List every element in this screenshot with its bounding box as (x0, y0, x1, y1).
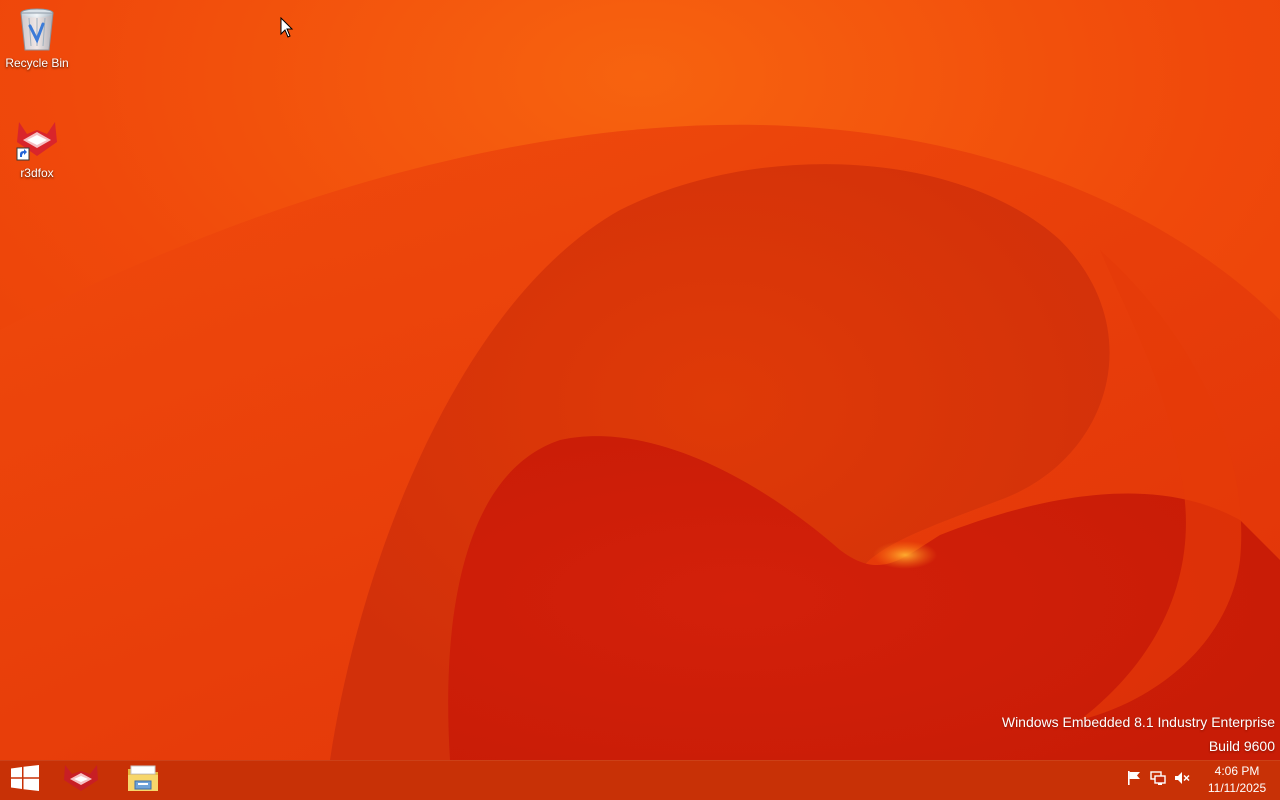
tray-action-center-button[interactable] (1122, 760, 1146, 800)
desktop-icon-r3dfox[interactable]: r3dfox (1, 116, 73, 180)
r3dfox-label: r3dfox (20, 166, 54, 180)
taskbar: 4:06 PM 11/11/2025 (0, 760, 1280, 800)
tray-volume-button[interactable] (1170, 760, 1194, 800)
network-icon (1150, 770, 1166, 791)
clock-date: 11/11/2025 (1207, 781, 1267, 795)
os-edition-text: Windows Embedded 8.1 Industry Enterprise (1001, 714, 1275, 730)
os-version-watermark: Windows Embedded 8.1 Industry Enterprise… (1002, 710, 1275, 758)
desktop-icon-recycle-bin[interactable]: Recycle Bin (1, 6, 73, 70)
action-center-flag-icon (1126, 770, 1142, 791)
r3dfox-icon (63, 763, 99, 798)
file-explorer-icon (126, 763, 160, 798)
recycle-bin-icon (13, 6, 61, 54)
os-build-text: Build 9600 (1208, 738, 1275, 754)
taskbar-clock[interactable]: 4:06 PM 11/11/2025 (1202, 763, 1272, 797)
windows-logo-icon (11, 764, 39, 796)
r3dfox-icon (13, 116, 61, 164)
volume-muted-icon (1174, 770, 1190, 791)
tray-network-button[interactable] (1146, 760, 1170, 800)
taskbar-file-explorer-button[interactable] (114, 760, 172, 800)
system-tray: 4:06 PM 11/11/2025 (1122, 760, 1280, 800)
taskbar-r3dfox-button[interactable] (52, 760, 110, 800)
desktop-wallpaper (0, 0, 1280, 760)
clock-time: 4:06 PM (1214, 764, 1260, 778)
mouse-cursor-icon (280, 16, 294, 39)
recycle-bin-label: Recycle Bin (5, 56, 69, 70)
start-button[interactable] (0, 760, 50, 800)
